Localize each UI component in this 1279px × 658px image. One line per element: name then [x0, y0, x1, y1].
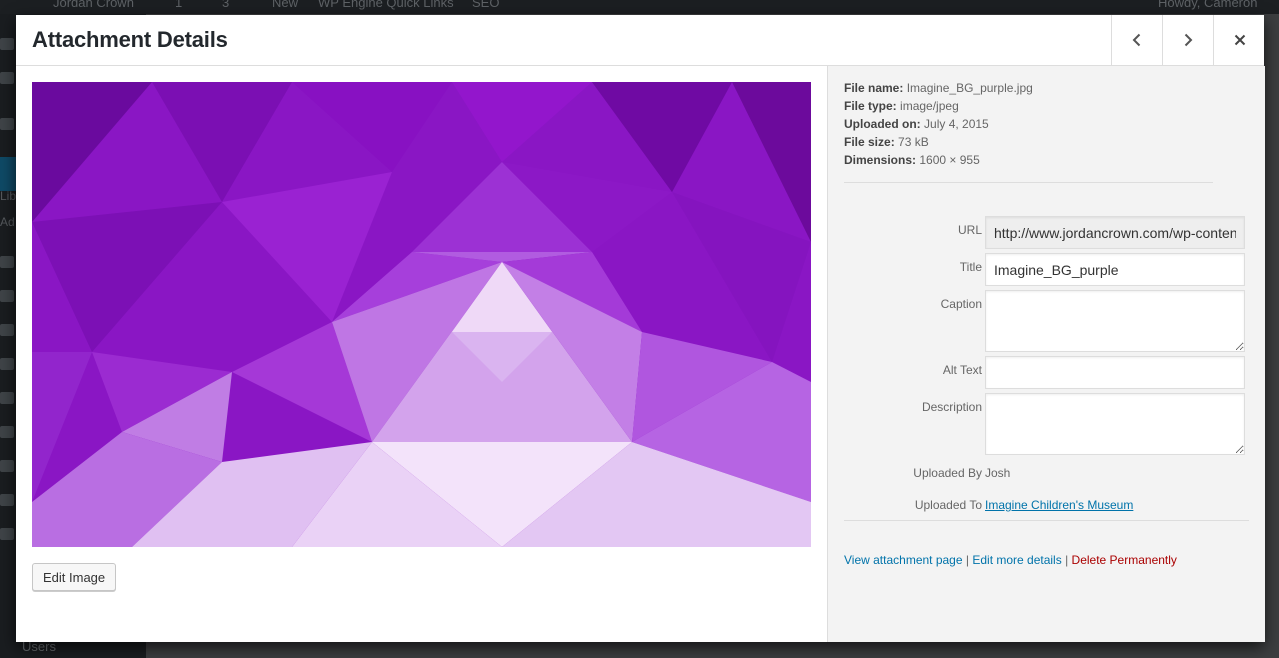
dimensions-value: 1600 × 955 [919, 153, 980, 167]
uploaded-by-label: Uploaded By [913, 466, 982, 480]
file-size-value: 73 kB [898, 135, 929, 149]
divider [844, 520, 1249, 521]
separator: | [965, 553, 969, 567]
description-field[interactable] [985, 393, 1245, 455]
admin-bar-howdy[interactable]: Howdy, Cameron [1158, 0, 1257, 10]
chevron-right-icon [1184, 33, 1193, 47]
alt-text-field[interactable] [985, 356, 1245, 389]
file-type-value: image/jpeg [900, 99, 959, 113]
url-field[interactable] [985, 216, 1245, 249]
menu-icon [0, 494, 14, 506]
menu-icon [0, 118, 14, 130]
attachment-actions: View attachment page | Edit more details… [844, 553, 1177, 567]
admin-bar-updates[interactable]: 1 [175, 0, 182, 10]
menu-icon [0, 72, 14, 84]
separator: | [1065, 553, 1069, 567]
menu-icon [0, 528, 14, 540]
modal-header: Attachment Details [16, 15, 1264, 66]
menu-icon [0, 290, 14, 302]
admin-bar-comments[interactable]: 3 [222, 0, 229, 10]
file-size-label: File size: [844, 135, 895, 149]
admin-bar-new[interactable]: New [272, 0, 298, 10]
next-attachment-button[interactable] [1162, 15, 1213, 65]
view-attachment-page-link[interactable]: View attachment page [844, 553, 963, 567]
alt-text-label: Alt Text [942, 363, 982, 377]
file-name-row: File name: Imagine_BG_purple.jpg [844, 79, 1033, 97]
menu-icon [0, 426, 14, 438]
file-name-label: File name: [844, 81, 904, 95]
attachment-preview: Edit Image [16, 66, 827, 642]
title-label: Title [959, 260, 982, 274]
file-name-value: Imagine_BG_purple.jpg [906, 81, 1033, 95]
menu-icon [0, 392, 14, 404]
url-label: URL [957, 223, 982, 237]
menu-icon [0, 460, 14, 472]
attachment-info-sidebar: File name: Imagine_BG_purple.jpg File ty… [827, 66, 1265, 642]
dimensions-label: Dimensions: [844, 153, 917, 167]
menu-add-label[interactable]: Ad [0, 215, 15, 229]
admin-bar-quick-links[interactable]: WP Engine Quick Links [318, 0, 454, 10]
description-label: Description [921, 400, 982, 414]
uploaded-on-value: July 4, 2015 [924, 117, 989, 131]
uploaded-on-row: Uploaded on: July 4, 2015 [844, 115, 1033, 133]
file-size-row: File size: 73 kB [844, 133, 1033, 151]
admin-bar-site-name[interactable]: Jordan Crown [53, 0, 134, 10]
dimensions-row: Dimensions: 1600 × 955 [844, 151, 1033, 169]
title-field[interactable] [985, 253, 1245, 286]
file-type-label: File type: [844, 99, 897, 113]
edit-more-details-link[interactable]: Edit more details [972, 553, 1061, 567]
close-modal-button[interactable] [1213, 15, 1265, 65]
modal-title: Attachment Details [32, 27, 228, 52]
uploaded-to-link[interactable]: Imagine Children's Museum [985, 498, 1133, 512]
menu-library-label[interactable]: Lib [0, 189, 16, 203]
uploaded-by-value: Josh [985, 466, 1011, 480]
menu-active-indicator [0, 157, 16, 191]
admin-bar-seo[interactable]: SEO [472, 0, 499, 10]
caption-label: Caption [940, 297, 982, 311]
uploaded-on-label: Uploaded on: [844, 117, 921, 131]
menu-icon [0, 358, 14, 370]
uploaded-to-label: Uploaded To [914, 498, 982, 512]
attachment-details-modal: Attachment Details Edit Image File name:… [16, 15, 1265, 642]
menu-icon [0, 256, 14, 268]
file-type-row: File type: image/jpeg [844, 97, 1033, 115]
uploaded-to-value: Imagine Children's Museum [985, 498, 1133, 512]
attachment-image [32, 82, 811, 547]
menu-icon [0, 324, 14, 336]
admin-bar: Jordan Crown 1 3 New WP Engine Quick Lin… [0, 0, 1279, 14]
chevron-left-icon [1132, 33, 1141, 47]
delete-permanently-link[interactable]: Delete Permanently [1072, 553, 1177, 567]
file-details: File name: Imagine_BG_purple.jpg File ty… [844, 79, 1033, 169]
previous-attachment-button[interactable] [1111, 15, 1162, 65]
close-icon [1234, 34, 1245, 46]
edit-image-button[interactable]: Edit Image [32, 563, 117, 591]
menu-icon [0, 38, 14, 50]
caption-field[interactable] [985, 290, 1245, 352]
divider [844, 182, 1213, 183]
